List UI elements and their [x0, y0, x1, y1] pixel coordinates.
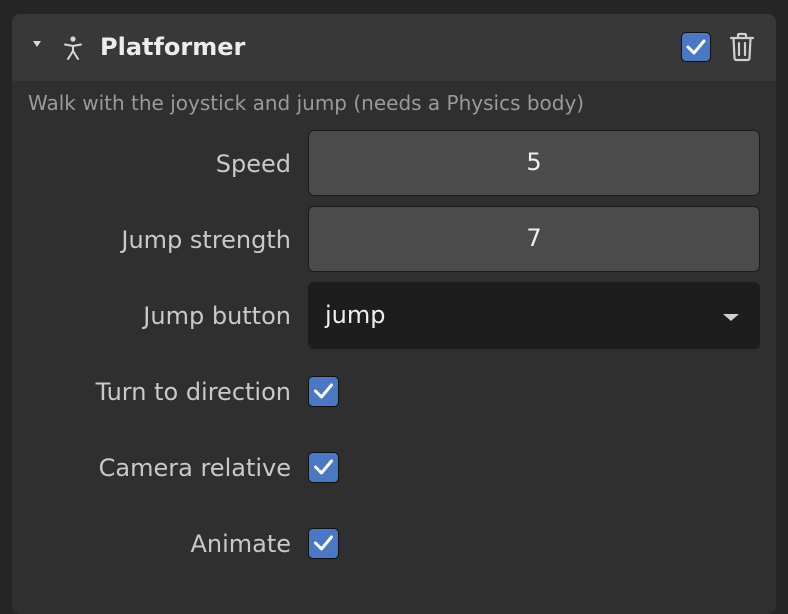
- dropdown-arrow-icon: [723, 314, 739, 321]
- jump-button-select[interactable]: jump: [308, 282, 760, 349]
- checkmark-icon: [314, 459, 333, 475]
- jump-strength-input[interactable]: 7: [308, 206, 760, 272]
- camera-relative-label: Camera relative: [98, 454, 291, 482]
- checkmark-icon: [686, 39, 706, 55]
- collapse-arrow-icon[interactable]: [33, 41, 41, 47]
- component-panel: Platformer Walk with the joystick and ju…: [12, 14, 776, 614]
- speed-input[interactable]: 5: [308, 130, 760, 196]
- speed-label: Speed: [215, 150, 291, 178]
- component-title: Platformer: [100, 33, 246, 61]
- animate-checkbox[interactable]: [308, 528, 339, 559]
- jump-strength-label: Jump strength: [121, 226, 291, 254]
- animate-label: Animate: [190, 530, 291, 558]
- jump-button-value: jump: [325, 301, 386, 329]
- jump-button-label: Jump button: [143, 302, 291, 330]
- enable-checkbox[interactable]: [681, 32, 711, 62]
- trash-icon[interactable]: [728, 32, 756, 62]
- component-header: Platformer: [12, 14, 776, 81]
- turn-to-direction-checkbox[interactable]: [308, 376, 339, 407]
- person-icon: [64, 36, 82, 60]
- component-description: Walk with the joystick and jump (needs a…: [28, 91, 585, 115]
- checkmark-icon: [314, 383, 333, 399]
- camera-relative-checkbox[interactable]: [308, 452, 339, 483]
- turn-to-direction-label: Turn to direction: [95, 378, 291, 406]
- checkmark-icon: [314, 535, 333, 551]
